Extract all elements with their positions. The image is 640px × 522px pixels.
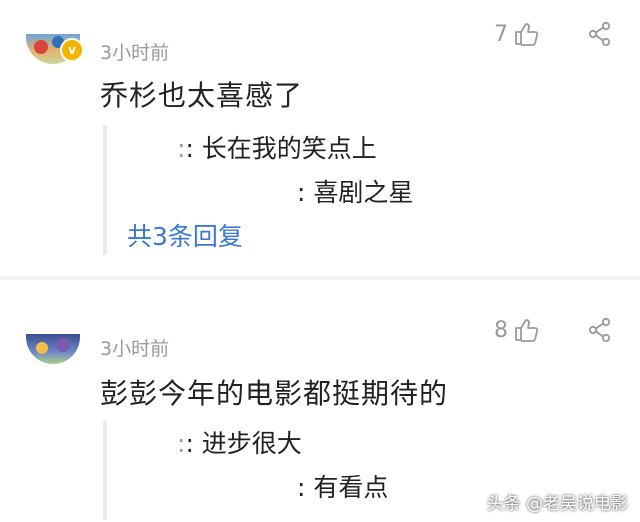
thumbs-up-icon xyxy=(515,23,539,46)
like-button[interactable]: 7 xyxy=(494,20,540,48)
reply-text: : 有看点 xyxy=(297,473,389,502)
comment-time: 3小时前 xyxy=(100,338,170,360)
reply-item[interactable]: : 喜剧之星 xyxy=(297,173,413,209)
reply-text: : 进步很大 xyxy=(185,429,302,458)
view-all-replies-link[interactable]: 共3条回复 xyxy=(127,217,243,253)
comment-item: v 3小时前 7 乔杉也太喜感了 :: 长在我的笑点上 : 喜剧之星 共3条回复 xyxy=(0,0,640,276)
comment-text: 彭彭今年的电影都挺期待的 xyxy=(100,377,449,410)
reply-item[interactable]: :: 进步很大 xyxy=(177,424,302,460)
reply-text: : 喜剧之星 xyxy=(297,178,414,207)
like-count: 7 xyxy=(494,21,508,47)
share-icon[interactable] xyxy=(586,20,614,48)
share-icon[interactable] xyxy=(586,316,614,344)
avatar[interactable] xyxy=(26,334,80,364)
like-button[interactable]: 8 xyxy=(494,316,540,344)
like-count: 8 xyxy=(494,317,508,343)
reply-item[interactable]: :: 长在我的笑点上 xyxy=(177,129,377,165)
verified-badge-icon: v xyxy=(60,38,84,62)
comment-time: 3小时前 xyxy=(100,42,170,64)
thumbs-up-icon xyxy=(515,319,539,342)
reply-text: : 长在我的笑点上 xyxy=(185,134,377,163)
reply-thread: :: 长在我的笑点上 : 喜剧之星 共3条回复 xyxy=(103,125,627,255)
reply-item[interactable]: : 有看点 xyxy=(297,468,388,504)
comment-text: 乔杉也太喜感了 xyxy=(100,79,304,112)
comment-item: 3小时前 8 彭彭今年的电影都挺期待的 :: 进步很大 : 有看点 xyxy=(0,280,640,522)
watermark: 头条 @老吴说电影 xyxy=(486,494,628,514)
